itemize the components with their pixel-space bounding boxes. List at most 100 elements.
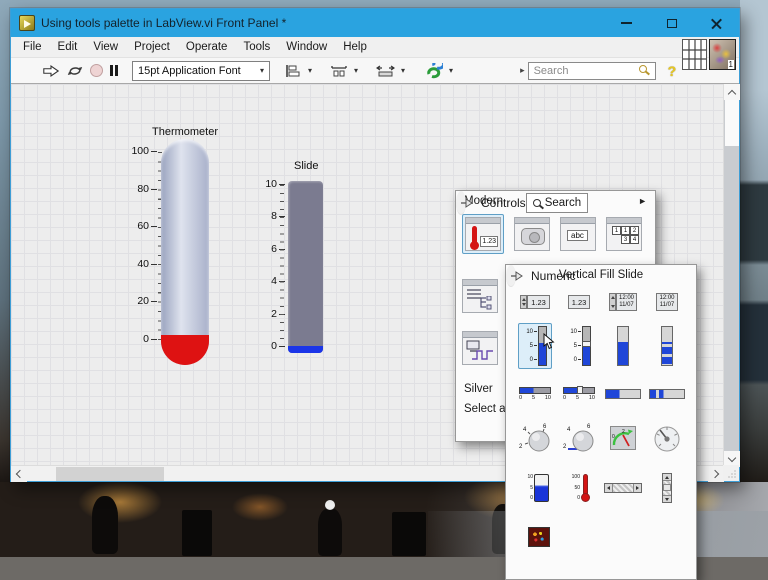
- numeric-row-4: 2 4 6 2 4 6 0 2: [506, 415, 696, 461]
- meter-glyph: 0 2: [610, 426, 636, 450]
- menu-tools[interactable]: Tools: [235, 37, 278, 57]
- gauge-glyph: [654, 426, 680, 452]
- palette-item-vertical-progress-bar[interactable]: [602, 326, 644, 366]
- palette-item-vertical-pointer-slide[interactable]: 10 5 0: [558, 326, 600, 366]
- font-selector[interactable]: 15pt Application Font ▾: [132, 60, 270, 81]
- palette-item-horizontal-progress-bar[interactable]: [602, 389, 644, 399]
- tree-glyph: [480, 296, 492, 310]
- palette-item-list-table-tree[interactable]: [462, 279, 498, 313]
- minimize-button[interactable]: [604, 9, 649, 37]
- menu-help[interactable]: Help: [335, 37, 375, 57]
- controls-palette-header: Controls Search: [456, 191, 589, 215]
- palette-item-meter[interactable]: 0 2: [602, 426, 644, 450]
- horizontal-scroll-thumb[interactable]: [56, 467, 164, 481]
- time-text: 12:00: [659, 295, 675, 301]
- photo-pedestrian: [318, 508, 342, 556]
- distribute-objects-button[interactable]: ▾: [327, 60, 361, 82]
- scroll-left-button[interactable]: [11, 466, 27, 482]
- menu-window[interactable]: Window: [278, 37, 335, 57]
- mini-scale: 0 5 10: [563, 395, 595, 401]
- chevron-right-icon: ►: [638, 196, 647, 206]
- controls-search-button[interactable]: Search: [525, 192, 589, 213]
- resize-objects-button[interactable]: ▾: [373, 60, 408, 82]
- scroll-right-button[interactable]: [708, 466, 724, 482]
- search-expander-icon[interactable]: ▸: [520, 65, 525, 76]
- pause-icon: [110, 65, 113, 76]
- menu-project[interactable]: Project: [126, 37, 178, 57]
- palette-item-tank[interactable]: 10 5 0: [514, 474, 556, 502]
- scroll-up-button[interactable]: [724, 84, 740, 100]
- palette-item-timestamp-indicator[interactable]: 12:00 11/07: [646, 293, 688, 311]
- select-a-control-item[interactable]: Select a: [464, 403, 506, 415]
- numeric-value: 1.23: [527, 295, 550, 309]
- menu-operate[interactable]: Operate: [178, 37, 236, 57]
- palette-item-thermometer[interactable]: 100 50 0: [558, 474, 600, 502]
- chevron-down-icon: ▾: [308, 66, 313, 75]
- chevron-down-icon: ▾: [259, 66, 264, 75]
- palette-item-horizontal-scrollbar[interactable]: [602, 483, 644, 493]
- graduated-bar-glyph: [649, 389, 685, 399]
- palette-item-numeric[interactable]: 1.23: [462, 214, 504, 254]
- palette-item-numeric-control[interactable]: 1.23: [514, 295, 556, 309]
- pin-icon[interactable]: [510, 270, 525, 281]
- progress-bar-glyph: [605, 389, 641, 399]
- thermometer-control[interactable]: [161, 139, 209, 365]
- toolbar-search-input[interactable]: [527, 61, 656, 80]
- run-button[interactable]: [39, 60, 63, 82]
- svg-text:2: 2: [622, 429, 625, 435]
- resize-grip-icon: [728, 470, 736, 478]
- palette-item-vertical-fill-slide[interactable]: 10 5 0: [518, 323, 555, 369]
- palette-item-gauge[interactable]: [646, 423, 688, 453]
- chevron-left-icon: [15, 469, 25, 479]
- svg-text:2: 2: [563, 444, 567, 450]
- palette-item-vertical-scrollbar[interactable]: [646, 473, 688, 503]
- window-resize-corner[interactable]: [723, 465, 739, 481]
- palette-item-horizontal-pointer-slide[interactable]: 0 5 10: [558, 386, 600, 401]
- category-silver[interactable]: Silver: [464, 383, 493, 395]
- palette-item-boolean[interactable]: [514, 217, 550, 251]
- palette-item-knob[interactable]: 2 4 6: [514, 421, 556, 455]
- tick-label: 80: [121, 183, 157, 195]
- vertical-scroll-thumb[interactable]: [725, 100, 739, 146]
- palette-item-dial[interactable]: 2 4 6: [558, 421, 600, 455]
- palette-item-horizontal-graduated-bar[interactable]: [646, 389, 688, 399]
- array-cell: 3: [621, 235, 630, 244]
- vertical-scrollbar[interactable]: [723, 84, 740, 467]
- vi-icon-button[interactable]: 1: [709, 39, 736, 70]
- cursor-arrow-icon: [543, 333, 555, 350]
- numeric-row-6: [506, 515, 696, 559]
- palette-item-timestamp-control[interactable]: 12:00 11/07: [602, 293, 644, 311]
- help-button[interactable]: ?: [668, 63, 677, 79]
- font-selector-value: 15pt Application Font: [138, 64, 241, 77]
- mini-scale: 100 50 0: [571, 474, 580, 501]
- title-bar[interactable]: Using tools palette in LabView.vi Front …: [11, 9, 739, 37]
- align-objects-button[interactable]: ▾: [282, 60, 315, 82]
- menu-edit[interactable]: Edit: [50, 37, 86, 57]
- reorder-button[interactable]: ▾: [420, 60, 456, 82]
- close-button[interactable]: [694, 9, 739, 37]
- menu-view[interactable]: View: [85, 37, 126, 57]
- scrollbar-glyph: [662, 473, 672, 503]
- pause-button[interactable]: [106, 60, 122, 82]
- palette-item-numeric-indicator[interactable]: 1.23: [558, 295, 600, 309]
- palette-item-array-cluster[interactable]: 11234: [606, 217, 642, 251]
- palette-item-vertical-graduated-bar[interactable]: [646, 326, 688, 366]
- progress-bar-glyph: [617, 326, 629, 366]
- menu-bar: File Edit View Project Operate Tools Win…: [11, 37, 739, 58]
- menu-file[interactable]: File: [15, 37, 50, 57]
- date-text: 11/07: [659, 302, 675, 308]
- minimize-icon: [621, 22, 632, 24]
- graduated-bar-glyph: [661, 326, 673, 366]
- maximize-button[interactable]: [649, 9, 694, 37]
- run-continuously-button[interactable]: [63, 60, 87, 82]
- pin-icon[interactable]: [460, 197, 475, 208]
- abort-button[interactable]: [87, 60, 106, 82]
- slide-control[interactable]: [288, 181, 323, 353]
- palette-item-string-path[interactable]: abc: [560, 217, 596, 251]
- palette-item-graph[interactable]: [462, 331, 498, 365]
- palette-item-framed-color-box[interactable]: [518, 527, 560, 547]
- thermometer-glyph: [581, 474, 590, 502]
- alignment-grid-button[interactable]: [682, 39, 707, 70]
- palette-item-horizontal-fill-slide[interactable]: 0 5 10: [514, 387, 556, 401]
- tick-label: 40: [121, 258, 157, 270]
